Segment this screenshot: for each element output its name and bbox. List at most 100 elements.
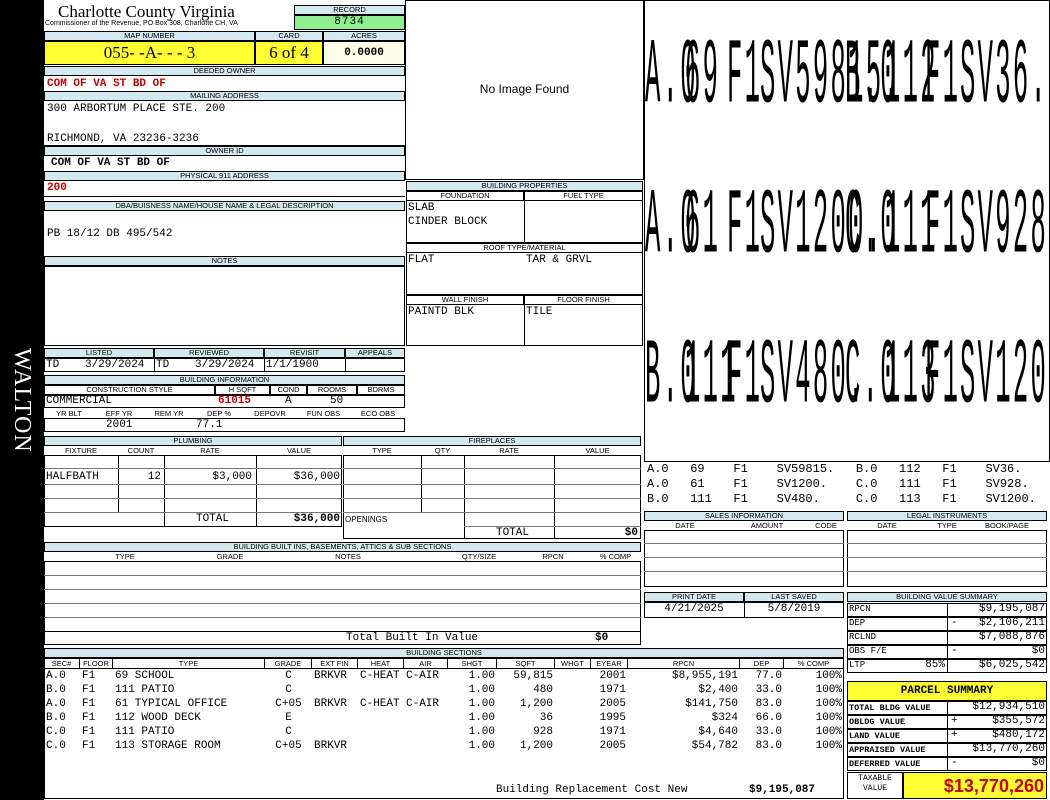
plumbing-count: 12 bbox=[147, 471, 161, 483]
section-cell: $141,750 bbox=[685, 698, 738, 710]
bi-comp-label: % COMP bbox=[599, 552, 632, 561]
section-cell: 1995 bbox=[599, 712, 626, 724]
section-cell: C-AIR bbox=[406, 698, 440, 710]
parcel-row-value: $480,172 bbox=[992, 729, 1045, 741]
effyr-label: EFF YR bbox=[105, 409, 133, 418]
section-cell: C+05 bbox=[275, 698, 302, 710]
section-cell: E bbox=[285, 712, 292, 724]
section-cell: 2005 bbox=[599, 698, 626, 710]
section-cell: C bbox=[285, 684, 292, 696]
sketch-label: F1 bbox=[925, 176, 961, 281]
fp-type-label: TYPE bbox=[372, 446, 392, 455]
sales-date-label: DATE bbox=[675, 521, 695, 530]
plumbing-value: $36,000 bbox=[293, 471, 340, 483]
section-cell: BRKVR bbox=[314, 740, 348, 752]
sketch-area: A.0 69 F1 SV59815. B.0 112 F1 SV36. A.0 61 F1 SV120… bbox=[644, 0, 1050, 462]
sketch-label: F1 bbox=[727, 26, 763, 131]
builtins-label: BUILDING BUILT INS, BASEMENTS, ATTICS & … bbox=[44, 542, 641, 552]
acres-label: ACRES bbox=[323, 31, 405, 41]
fp-value-label: VALUE bbox=[585, 446, 610, 455]
section-col-header: SHGT bbox=[448, 659, 497, 669]
section-cell: 1,200 bbox=[519, 698, 553, 710]
rate-label: RATE bbox=[200, 446, 220, 455]
physical-address-label: PHYSICAL 911 ADDRESS bbox=[44, 171, 405, 181]
section-cell: F1 bbox=[82, 698, 96, 710]
section-cell: 111 PATIO bbox=[115, 726, 175, 738]
section-cell: 100% bbox=[815, 726, 842, 738]
sketch-legend-2: A.0 61 F1 SV1200. C.0 111 F1 SV928. bbox=[647, 477, 1029, 491]
legal-type-label: TYPE bbox=[937, 521, 957, 530]
section-cell: 100% bbox=[815, 698, 842, 710]
section-cell: 100% bbox=[815, 740, 842, 752]
construction-style: COMMERCIAL bbox=[46, 395, 113, 407]
section-cell: B.0 bbox=[46, 712, 66, 724]
section-col-header: % COMP bbox=[784, 659, 844, 669]
sales-amount-label: AMOUNT bbox=[750, 521, 784, 530]
section-cell: 36 bbox=[539, 712, 553, 724]
no-image-text: No Image Found bbox=[479, 82, 570, 96]
section-cell: 69 SCHOOL bbox=[115, 670, 175, 682]
sales-label: SALES INFORMATION bbox=[644, 511, 844, 521]
sketch-label: 61 bbox=[685, 176, 721, 281]
bi-qty-label: QTY/SIZE bbox=[461, 552, 497, 561]
sketch-label: SV36. bbox=[960, 26, 1049, 131]
remyr-label: REM YR bbox=[154, 409, 184, 418]
fp-total-label: TOTAL bbox=[496, 527, 530, 539]
sketch-label: SV1200. bbox=[960, 326, 1049, 431]
bvs-row-label: DEP bbox=[849, 618, 866, 628]
section-cell: C+05 bbox=[275, 740, 302, 752]
section-cell: 61 TYPICAL OFFICE bbox=[115, 698, 228, 710]
listed-date: 3/29/2024 bbox=[85, 359, 145, 371]
notes-box bbox=[44, 266, 405, 346]
section-cell: 2005 bbox=[599, 740, 626, 752]
county-name: Charlotte County Virginia bbox=[58, 2, 235, 21]
deeded-owner-label: DEEDED OWNER bbox=[44, 66, 405, 76]
parcel-row-label: OBLDG VALUE bbox=[849, 717, 906, 727]
bvs-divider bbox=[947, 617, 948, 631]
cond-value: A bbox=[285, 395, 292, 407]
section-cell: F1 bbox=[82, 670, 96, 682]
plumbing-total: $36,000 bbox=[293, 513, 340, 525]
effyr-value: 2001 bbox=[106, 419, 133, 431]
building-properties-label: BUILDING PROPERTIES bbox=[406, 181, 643, 191]
section-cell: 1971 bbox=[599, 684, 626, 696]
sketch-legend-3: B.0 111 F1 SV480. C.0 113 F1 SV1200. bbox=[647, 492, 1036, 506]
section-col-header: WHGT bbox=[555, 659, 591, 669]
section-cell: 1.00 bbox=[468, 740, 495, 752]
parcel-row-label: APPRAISED VALUE bbox=[849, 745, 926, 755]
section-cell: $324 bbox=[711, 712, 738, 724]
reviewed-code: TD bbox=[156, 359, 170, 371]
openings-label: OPENINGS bbox=[345, 515, 388, 524]
commissioner-text: Commissioner of the Revenue, PO Box 308,… bbox=[45, 20, 238, 27]
section-cell: 1.00 bbox=[468, 684, 495, 696]
section-cell: C.0 bbox=[46, 740, 66, 752]
section-cell: 1.00 bbox=[468, 670, 495, 682]
section-cell: 2001 bbox=[599, 670, 626, 682]
plumbing-total-label: TOTAL bbox=[196, 513, 230, 525]
parcel-divider bbox=[947, 715, 948, 729]
legal-date-label: DATE bbox=[877, 521, 897, 530]
parcel-row-value: $0 bbox=[1031, 757, 1045, 769]
section-col-header: HEAT bbox=[358, 659, 404, 669]
sketch-label: F1 bbox=[727, 176, 763, 281]
section-cell: $8,955,191 bbox=[671, 670, 738, 682]
section-cell: $4,640 bbox=[698, 726, 738, 738]
wall-finish: PAINTD BLK bbox=[408, 306, 475, 318]
building-information-label: BUILDING INFORMATION bbox=[44, 375, 405, 385]
fp-total: $0 bbox=[624, 527, 638, 539]
section-cell: A.0 bbox=[46, 670, 66, 682]
mailing-address-label: MAILING ADDRESS bbox=[44, 91, 405, 101]
dba-label: DBA/BUISNESS NAME/HOUSE NAME & LEGAL DES… bbox=[44, 201, 405, 211]
replacement-cost: $9,195,087 bbox=[749, 784, 816, 796]
sketch-label: SV928. bbox=[960, 176, 1049, 281]
bvs-row-label: RPCN bbox=[849, 604, 871, 614]
section-cell: 59,815 bbox=[513, 670, 553, 682]
owner-id-label: OWNER ID bbox=[44, 146, 405, 156]
fp-rate-label: RATE bbox=[499, 446, 519, 455]
section-col-header: SQFT bbox=[497, 659, 555, 669]
bvs-row-value: $0 bbox=[1031, 645, 1045, 657]
replacement-cost-label: Building Replacement Cost New bbox=[496, 784, 688, 796]
section-col-header: EXT FIN bbox=[312, 659, 358, 669]
reviewed-date: 3/29/2024 bbox=[195, 359, 255, 371]
sketch-legend-1: A.0 69 F1 SV59815. B.0 112 F1 SV36. bbox=[647, 462, 1022, 476]
